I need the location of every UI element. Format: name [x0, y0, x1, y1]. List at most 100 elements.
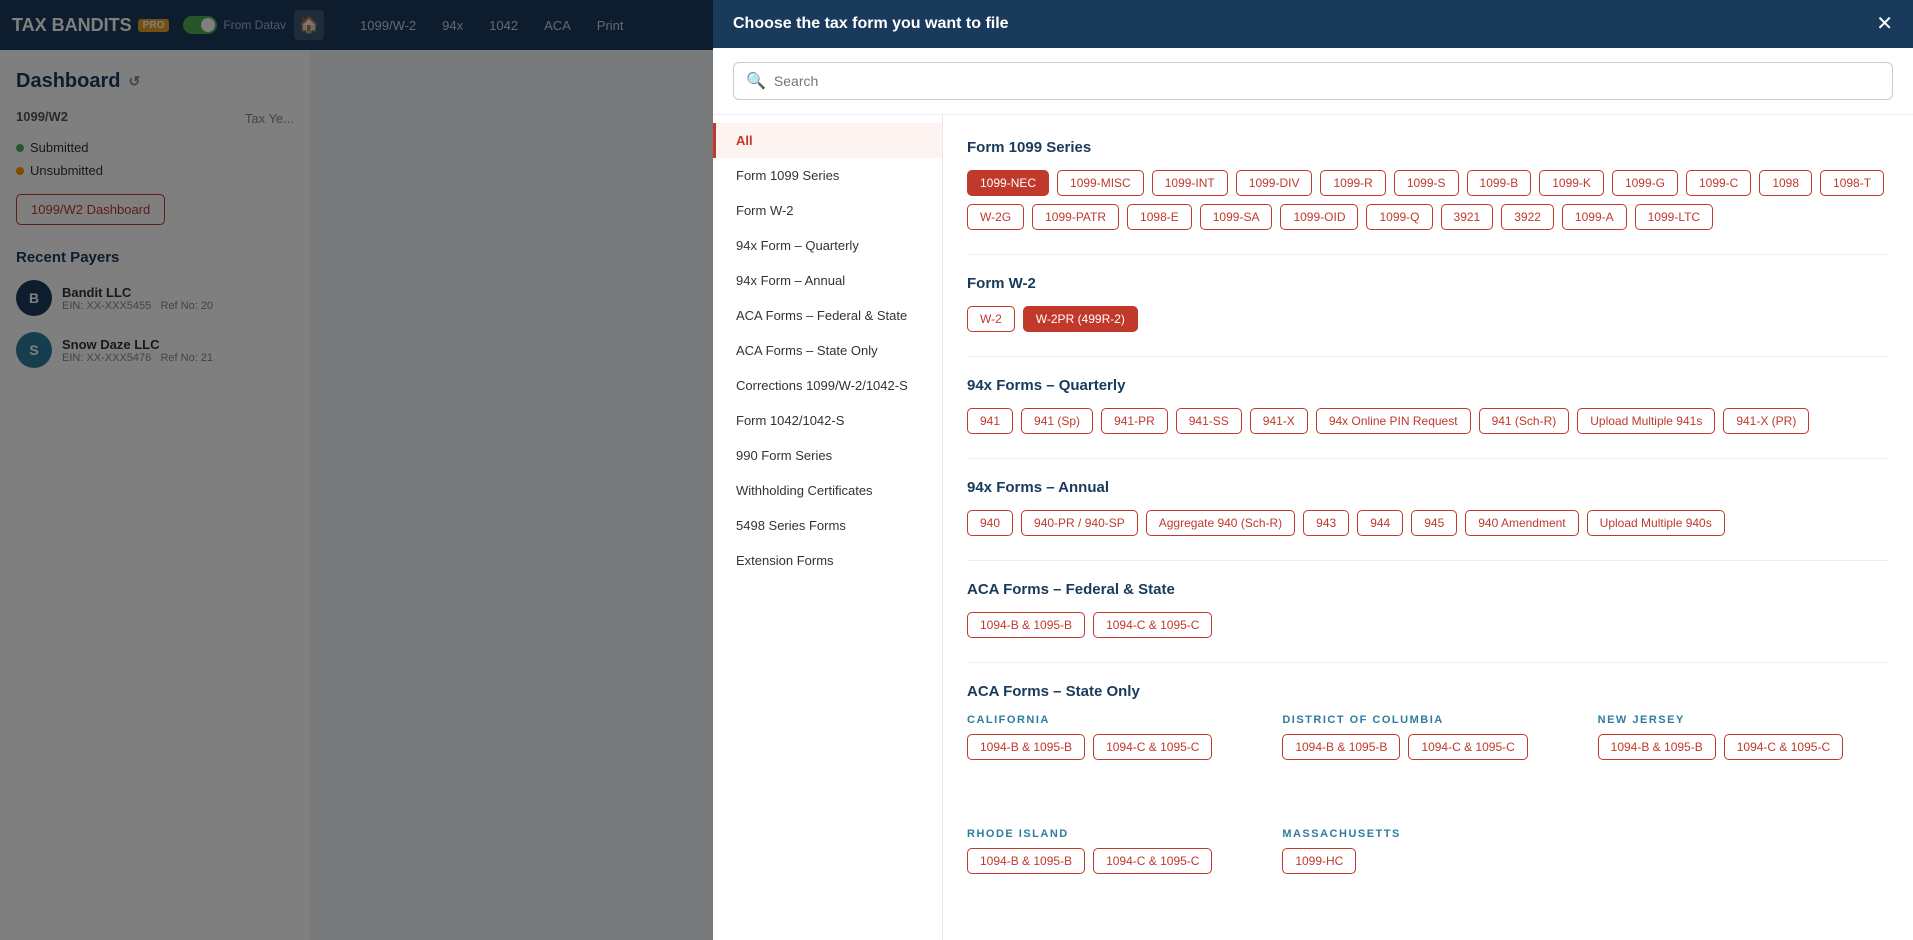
menu-item-11[interactable]: 5498 Series Forms — [713, 508, 942, 543]
modal-title: Choose the tax form you want to file — [733, 15, 1009, 33]
search-area: 🔍 — [713, 48, 1913, 115]
form-tag[interactable]: 1094-C & 1095-C — [1408, 734, 1527, 760]
form-tag[interactable]: 1098-T — [1820, 170, 1884, 196]
form-tag[interactable]: 1099-NEC — [967, 170, 1049, 196]
divider — [967, 356, 1889, 357]
form-tag[interactable]: 1099-G — [1612, 170, 1678, 196]
section-title: ACA Forms – Federal & State — [967, 581, 1889, 598]
form-tag[interactable]: 1099-DIV — [1236, 170, 1313, 196]
form-tag[interactable]: 1099-S — [1394, 170, 1459, 196]
form-tag[interactable]: 3921 — [1441, 204, 1494, 230]
form-tag[interactable]: 1094-C & 1095-C — [1093, 612, 1212, 638]
menu-item-10[interactable]: Withholding Certificates — [713, 473, 942, 508]
form-tag[interactable]: 1094-B & 1095-B — [1282, 734, 1400, 760]
form-tag[interactable]: 1099-R — [1320, 170, 1385, 196]
form-tag[interactable]: Aggregate 940 (Sch-R) — [1146, 510, 1295, 536]
menu-item-3[interactable]: 94x Form – Quarterly — [713, 228, 942, 263]
form-tag[interactable]: 3922 — [1501, 204, 1554, 230]
state-group: MASSACHUSETTS 1099-HC — [1282, 828, 1573, 898]
form-tag[interactable]: 1098-E — [1127, 204, 1192, 230]
form-tag[interactable]: 1099-OID — [1280, 204, 1358, 230]
form-tag[interactable]: 1099-HC — [1282, 848, 1356, 874]
form-tag[interactable]: 1099-MISC — [1057, 170, 1144, 196]
state-group: RHODE ISLAND 1094-B & 1095-B 1094-C & 1095… — [967, 828, 1258, 898]
menu-item-2[interactable]: Form W-2 — [713, 193, 942, 228]
form-tags-row: 1094-B & 1095-B 1094-C & 1095-C — [967, 612, 1889, 638]
form-tag[interactable]: 940-PR / 940-SP — [1021, 510, 1138, 536]
form-tag[interactable]: 1094-C & 1095-C — [1093, 734, 1212, 760]
form-tag[interactable]: 943 — [1303, 510, 1349, 536]
form-tag[interactable]: W-2G — [967, 204, 1024, 230]
divider — [967, 560, 1889, 561]
form-tags-row: 1099-NEC 1099-MISC 1099-INT 1099-DIV 1099-R 1… — [967, 170, 1889, 230]
form-tag[interactable]: 941 — [967, 408, 1013, 434]
state-name: DISTRICT OF COLUMBIA — [1282, 714, 1573, 726]
menu-item-0[interactable]: All — [713, 123, 942, 158]
form-tags-row: 1094-B & 1095-B 1094-C & 1095-C — [1598, 734, 1889, 760]
form-tag[interactable]: 944 — [1357, 510, 1403, 536]
state-name: MASSACHUSETTS — [1282, 828, 1573, 840]
form-tag[interactable]: 1099-INT — [1152, 170, 1228, 196]
menu-item-9[interactable]: 990 Form Series — [713, 438, 942, 473]
form-tag[interactable]: 945 — [1411, 510, 1457, 536]
form-tag[interactable]: 94x Online PIN Request — [1316, 408, 1471, 434]
divider — [967, 458, 1889, 459]
form-tag[interactable]: 1099-C — [1686, 170, 1751, 196]
divider — [967, 662, 1889, 663]
form-menu: AllForm 1099 SeriesForm W-294x Form – Qu… — [713, 115, 943, 940]
form-tag[interactable]: Upload Multiple 941s — [1577, 408, 1715, 434]
form-tag[interactable]: 1099-Q — [1366, 204, 1432, 230]
search-input[interactable] — [774, 73, 1880, 89]
form-tag[interactable]: Upload Multiple 940s — [1587, 510, 1725, 536]
state-name: RHODE ISLAND — [967, 828, 1258, 840]
form-tag[interactable]: 1098 — [1759, 170, 1812, 196]
form-tag[interactable]: 1099-A — [1562, 204, 1627, 230]
modal-overlay: Choose the tax form you want to file ✕ 🔍… — [0, 0, 1913, 940]
form-tag[interactable]: 1099-SA — [1200, 204, 1273, 230]
form-tag[interactable]: 1094-B & 1095-B — [1598, 734, 1716, 760]
form-tag[interactable]: W-2PR (499R-2) — [1023, 306, 1138, 332]
form-tags-row: W-2 W-2PR (499R-2) — [967, 306, 1889, 332]
form-tag[interactable]: 941-X — [1250, 408, 1308, 434]
form-tag[interactable]: 1099-LTC — [1635, 204, 1713, 230]
menu-item-5[interactable]: ACA Forms – Federal & State — [713, 298, 942, 333]
form-tag[interactable]: 941 (Sp) — [1021, 408, 1093, 434]
form-tag[interactable]: 941 (Sch-R) — [1479, 408, 1570, 434]
form-tag[interactable]: 1099-PATR — [1032, 204, 1119, 230]
form-tag[interactable]: 1094-C & 1095-C — [1724, 734, 1843, 760]
state-grid: CALIFORNIA1094-B & 1095-B1094-C & 1095-C… — [967, 714, 1889, 918]
form-tag[interactable]: 941-X (PR) — [1723, 408, 1809, 434]
form-tag[interactable]: 1094-C & 1095-C — [1093, 848, 1212, 874]
search-box: 🔍 — [733, 62, 1893, 100]
section-title: 94x Forms – Quarterly — [967, 377, 1889, 394]
form-tag[interactable]: 941-PR — [1101, 408, 1168, 434]
state-group: DISTRICT OF COLUMBIA 1094-B & 1095-B 1094-… — [1282, 714, 1573, 784]
state-name: NEW JERSEY — [1598, 714, 1889, 726]
form-tag[interactable]: 1099-K — [1539, 170, 1604, 196]
form-tag[interactable]: 1099-B — [1467, 170, 1532, 196]
modal: Choose the tax form you want to file ✕ 🔍… — [713, 0, 1913, 940]
menu-item-8[interactable]: Form 1042/1042-S — [713, 403, 942, 438]
form-content: Form 1099 Series1099-NEC1099-MISC1099-IN… — [943, 115, 1913, 940]
form-tag[interactable]: 1094-B & 1095-B — [967, 612, 1085, 638]
state-group: NEW JERSEY 1094-B & 1095-B 1094-C & 1095-C — [1598, 714, 1889, 784]
form-tags-row: 941 941 (Sp) 941-PR 941-SS 941-X 94x Online P… — [967, 408, 1889, 434]
divider — [967, 254, 1889, 255]
menu-item-7[interactable]: Corrections 1099/W-2/1042-S — [713, 368, 942, 403]
form-tag[interactable]: 1094-B & 1095-B — [967, 848, 1085, 874]
menu-item-12[interactable]: Extension Forms — [713, 543, 942, 578]
menu-item-6[interactable]: ACA Forms – State Only — [713, 333, 942, 368]
form-tags-row: 1099-HC — [1282, 848, 1573, 874]
menu-item-4[interactable]: 94x Form – Annual — [713, 263, 942, 298]
form-tags-row: 1094-B & 1095-B 1094-C & 1095-C — [967, 848, 1258, 874]
form-tag[interactable]: 940 Amendment — [1465, 510, 1578, 536]
close-button[interactable]: ✕ — [1876, 14, 1893, 34]
form-tag[interactable]: 940 — [967, 510, 1013, 536]
search-icon: 🔍 — [746, 71, 766, 91]
form-tag[interactable]: 941-SS — [1176, 408, 1242, 434]
form-tags-row: 1094-B & 1095-B 1094-C & 1095-C — [967, 734, 1258, 760]
form-tag[interactable]: W-2 — [967, 306, 1015, 332]
section-title: Form W-2 — [967, 275, 1889, 292]
menu-item-1[interactable]: Form 1099 Series — [713, 158, 942, 193]
form-tag[interactable]: 1094-B & 1095-B — [967, 734, 1085, 760]
